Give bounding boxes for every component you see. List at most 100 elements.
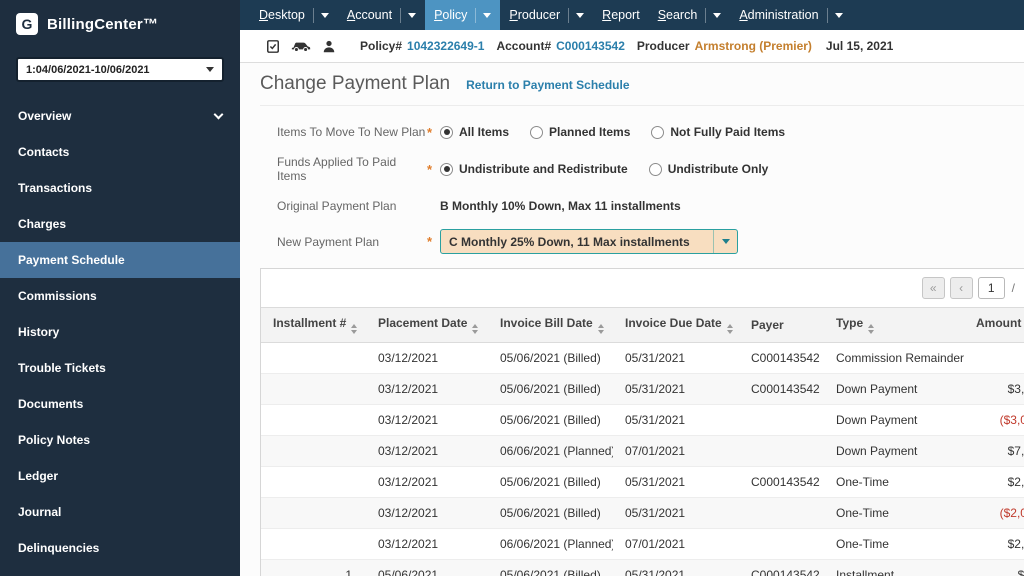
tab-policy[interactable]: Policy [425, 0, 500, 30]
table-row[interactable]: 03/12/202105/06/2021 (Billed)05/31/2021C… [261, 343, 1024, 374]
radio-button-icon[interactable] [530, 126, 543, 139]
current-date: Jul 15, 2021 [826, 39, 893, 53]
select-dropdown-button[interactable] [713, 230, 737, 253]
cell-installment [261, 529, 366, 560]
tab-report[interactable]: Report [593, 0, 649, 30]
radio-button-icon[interactable] [651, 126, 664, 139]
tab-desktop[interactable]: Desktop [250, 0, 338, 30]
tab-account[interactable]: Account [338, 0, 425, 30]
sidebar-item-payment-schedule[interactable]: Payment Schedule [0, 242, 240, 278]
radio-all-items[interactable]: All Items [440, 125, 509, 139]
column-header-label: Amount [976, 316, 1021, 330]
cell-due: 05/31/2021 [613, 498, 739, 529]
person-icon[interactable] [322, 39, 336, 54]
producer-link[interactable]: Armstrong (Premier) [695, 39, 812, 53]
sort-icon[interactable] [598, 324, 604, 334]
chevron-down-icon[interactable] [321, 13, 329, 18]
new-payment-plan-select[interactable]: C Monthly 25% Down, 11 Max installments [440, 229, 738, 254]
items-to-move-options: All Items Planned Items Not Fully Paid Ite… [440, 125, 785, 139]
first-page-button[interactable]: « [922, 277, 945, 299]
radio-button-icon[interactable] [649, 163, 662, 176]
cell-amount: $681.82 [964, 560, 1024, 576]
vehicle-icon[interactable] [291, 39, 311, 53]
checklist-icon[interactable] [266, 39, 280, 54]
app-logo: G BillingCenter™ [0, 0, 240, 45]
table-row[interactable]: 105/06/202105/06/2021 (Billed)05/31/2021… [261, 560, 1024, 576]
policy-number-link[interactable]: 1042322649-1 [407, 39, 484, 53]
account-number-link[interactable]: C000143542 [556, 39, 625, 53]
sidebar-item-charges[interactable]: Charges [0, 206, 240, 242]
cell-payer: C000143542 [739, 374, 824, 405]
page-number-box[interactable]: 1 [978, 277, 1005, 299]
prev-page-button[interactable]: ‹ [950, 277, 973, 299]
policy-period-value: 1:04/06/2021-10/06/2021 [26, 64, 150, 76]
radio-label: Undistribute Only [668, 162, 769, 176]
table-row[interactable]: 03/12/202106/06/2021 (Planned)07/01/2021… [261, 529, 1024, 560]
cell-installment: 1 [261, 560, 366, 576]
pagination: « ‹ 1 / [261, 269, 1024, 307]
radio-undistribute-and-redistribute[interactable]: Undistribute and Redistribute [440, 162, 628, 176]
chevron-down-icon [722, 239, 730, 244]
radio-button-icon[interactable] [440, 163, 453, 176]
tab-search[interactable]: Search [649, 0, 731, 30]
table-row[interactable]: 03/12/202105/06/2021 (Billed)05/31/2021C… [261, 374, 1024, 405]
sidebar-item-contacts[interactable]: Contacts [0, 134, 240, 170]
column-header-payer[interactable]: Payer [739, 308, 824, 343]
return-to-payment-schedule-link[interactable]: Return to Payment Schedule [466, 78, 629, 92]
sort-icon[interactable] [351, 324, 357, 334]
table-row[interactable]: 03/12/202105/06/2021 (Billed)05/31/2021O… [261, 498, 1024, 529]
cell-amount [964, 343, 1024, 374]
tab-producer[interactable]: Producer [500, 0, 593, 30]
sidebar-item-ledger[interactable]: Ledger [0, 458, 240, 494]
cell-placement: 03/12/2021 [366, 498, 488, 529]
page-header: Change Payment Plan Return to Payment Sc… [260, 69, 1024, 106]
sidebar-item-label: Delinquencies [18, 541, 99, 555]
sort-icon[interactable] [868, 324, 874, 334]
column-header-installment[interactable]: Installment # [261, 308, 366, 343]
radio-button-icon[interactable] [440, 126, 453, 139]
chevron-down-icon[interactable] [713, 13, 721, 18]
cell-due: 05/31/2021 [613, 405, 739, 436]
chevron-down-icon[interactable] [835, 13, 843, 18]
sidebar-item-trouble-tickets[interactable]: Trouble Tickets [0, 350, 240, 386]
cell-installment [261, 405, 366, 436]
sort-icon[interactable] [727, 324, 733, 334]
table-row[interactable]: 03/12/202105/06/2021 (Billed)05/31/2021C… [261, 467, 1024, 498]
cell-due: 07/01/2021 [613, 529, 739, 560]
cell-installment [261, 467, 366, 498]
context-infobar: Policy# 1042322649-1 Account# C000143542… [240, 30, 1024, 63]
column-header-type[interactable]: Type [824, 308, 964, 343]
sidebar-item-label: Charges [18, 217, 66, 231]
column-header-amount[interactable]: Amount [964, 308, 1024, 343]
radio-not-fully-paid-items[interactable]: Not Fully Paid Items [651, 125, 785, 139]
sidebar: G BillingCenter™ 1:04/06/2021-10/06/2021… [0, 0, 240, 576]
cell-installment [261, 498, 366, 529]
radio-planned-items[interactable]: Planned Items [530, 125, 630, 139]
column-header-placement-date[interactable]: Placement Date [366, 308, 488, 343]
chevron-down-icon[interactable] [483, 13, 491, 18]
cell-payer [739, 498, 824, 529]
sidebar-item-overview[interactable]: Overview [0, 98, 240, 134]
policy-period-selector[interactable]: 1:04/06/2021-10/06/2021 [16, 57, 224, 82]
column-header-label: Payer [751, 318, 784, 332]
cell-payer [739, 405, 824, 436]
chevron-down-icon[interactable] [576, 13, 584, 18]
radio-undistribute-only[interactable]: Undistribute Only [649, 162, 769, 176]
tab-divider [568, 8, 569, 23]
cell-type: One-Time [824, 529, 964, 560]
chevron-down-icon[interactable] [408, 13, 416, 18]
sidebar-item-history[interactable]: History [0, 314, 240, 350]
table-row[interactable]: 03/12/202106/06/2021 (Planned)07/01/2021… [261, 436, 1024, 467]
sidebar-item-delinquencies[interactable]: Delinquencies [0, 530, 240, 566]
sidebar-item-transactions[interactable]: Transactions [0, 170, 240, 206]
sidebar-item-journal[interactable]: Journal [0, 494, 240, 530]
tab-administration[interactable]: Administration [730, 0, 851, 30]
sidebar-item-documents[interactable]: Documents [0, 386, 240, 422]
column-header-invoice-due-date[interactable]: Invoice Due Date [613, 308, 739, 343]
sort-icon[interactable] [472, 324, 478, 334]
table-row[interactable]: 03/12/202105/06/2021 (Billed)05/31/2021D… [261, 405, 1024, 436]
sidebar-item-commissions[interactable]: Commissions [0, 278, 240, 314]
sidebar-item-policy-notes[interactable]: Policy Notes [0, 422, 240, 458]
new-plan-label: New Payment Plan [277, 235, 427, 249]
column-header-invoice-bill-date[interactable]: Invoice Bill Date [488, 308, 613, 343]
